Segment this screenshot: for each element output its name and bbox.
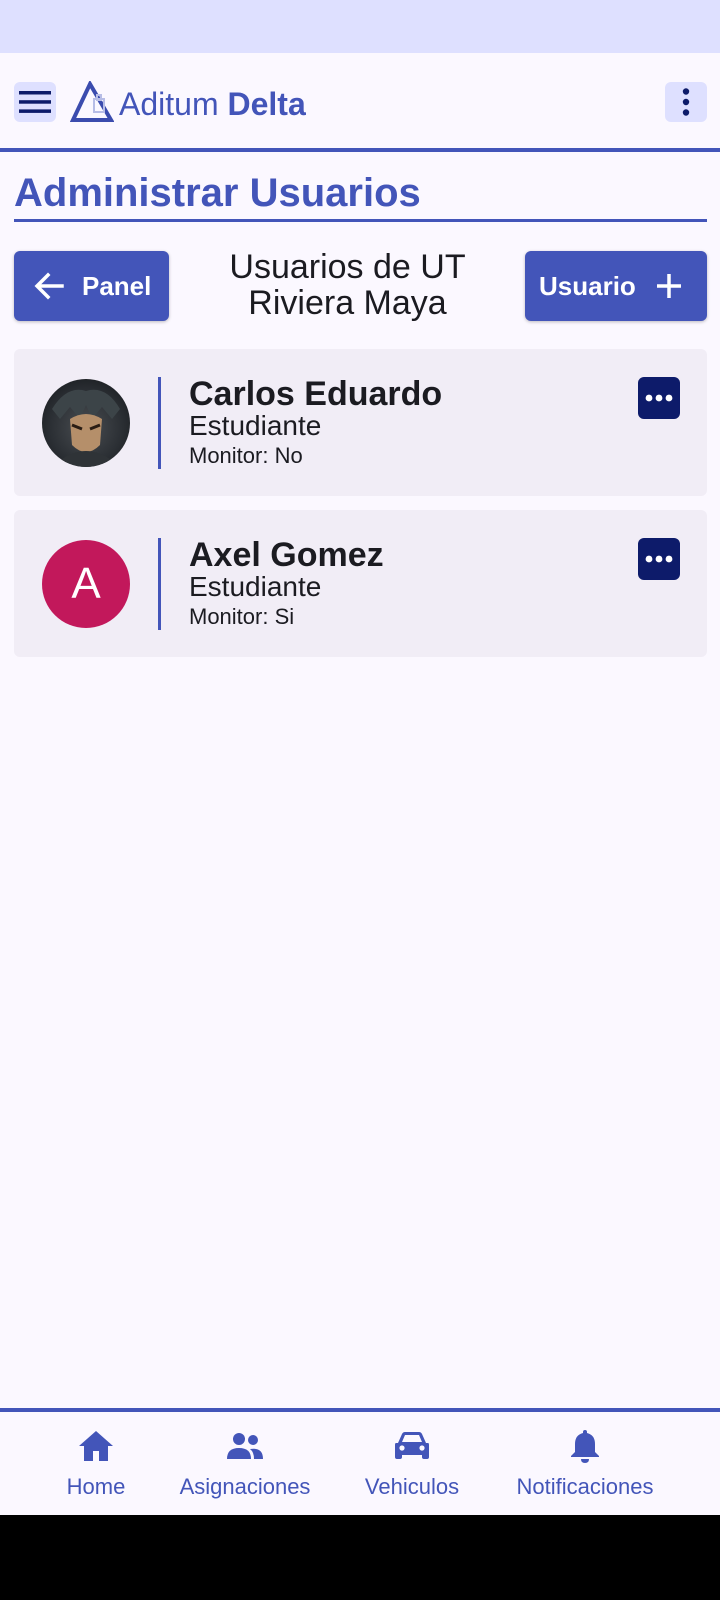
nav-item-notificaciones[interactable]: Notificaciones [500,1426,670,1506]
add-button-label: Usuario [539,270,636,301]
user-card[interactable]: A Axel Gomez Estudiante Monitor: Si [14,510,707,657]
nav-label: Notificaciones [516,1474,654,1499]
nav-item-vehiculos[interactable]: Vehiculos [352,1426,472,1506]
nav-item-asignaciones[interactable]: Asignaciones [170,1426,320,1506]
card-divider [158,377,161,469]
home-icon [79,1431,113,1461]
user-options-button[interactable] [638,377,680,419]
avatar-portrait-icon [52,389,120,467]
brand-name: Aditum Delta [119,86,306,122]
more-horizontal-icon [645,394,673,402]
more-horizontal-icon [645,555,673,563]
people-icon [227,1433,263,1459]
menu-button[interactable] [14,82,56,122]
nav-label: Vehiculos [364,1474,460,1499]
user-role: Estudiante [189,410,322,441]
hamburger-menu-icon [19,91,51,113]
user-role: Estudiante [189,571,322,602]
more-vertical-icon [682,88,690,116]
nav-item-home[interactable]: Home [46,1426,146,1506]
user-avatar-letter: A [42,540,130,628]
user-monitor-status: Monitor: Si [189,604,295,629]
user-card[interactable]: Carlos Eduardo Estudiante Monitor: No [14,349,707,496]
status-bar [0,0,720,53]
bottom-navigation: Home Asignaciones Vehiculos Notificacion… [0,1408,720,1515]
app-bar: Aditum Delta [0,53,720,152]
nav-label: Home [66,1474,126,1499]
arrow-left-icon [34,272,64,300]
overflow-menu-button[interactable] [665,82,707,122]
user-name: Carlos Eduardo [189,375,443,413]
page-title: Administrar Usuarios [14,166,707,222]
user-name: Axel Gomez [189,536,384,574]
plus-icon [656,274,681,298]
user-avatar-photo [42,379,130,467]
back-button-label: Panel [82,270,152,301]
back-to-panel-button[interactable]: Panel [14,251,169,321]
system-navigation-bar [0,1515,720,1600]
user-options-button[interactable] [638,538,680,580]
section-heading: Usuarios de UT Riviera Maya [229,248,466,322]
car-icon [395,1432,429,1459]
user-monitor-status: Monitor: No [189,443,303,468]
card-divider [158,538,161,630]
bell-icon [571,1430,599,1463]
add-user-button[interactable]: Usuario [525,251,707,321]
nav-label: Asignaciones [179,1474,311,1499]
aditum-logo-icon [70,81,114,122]
